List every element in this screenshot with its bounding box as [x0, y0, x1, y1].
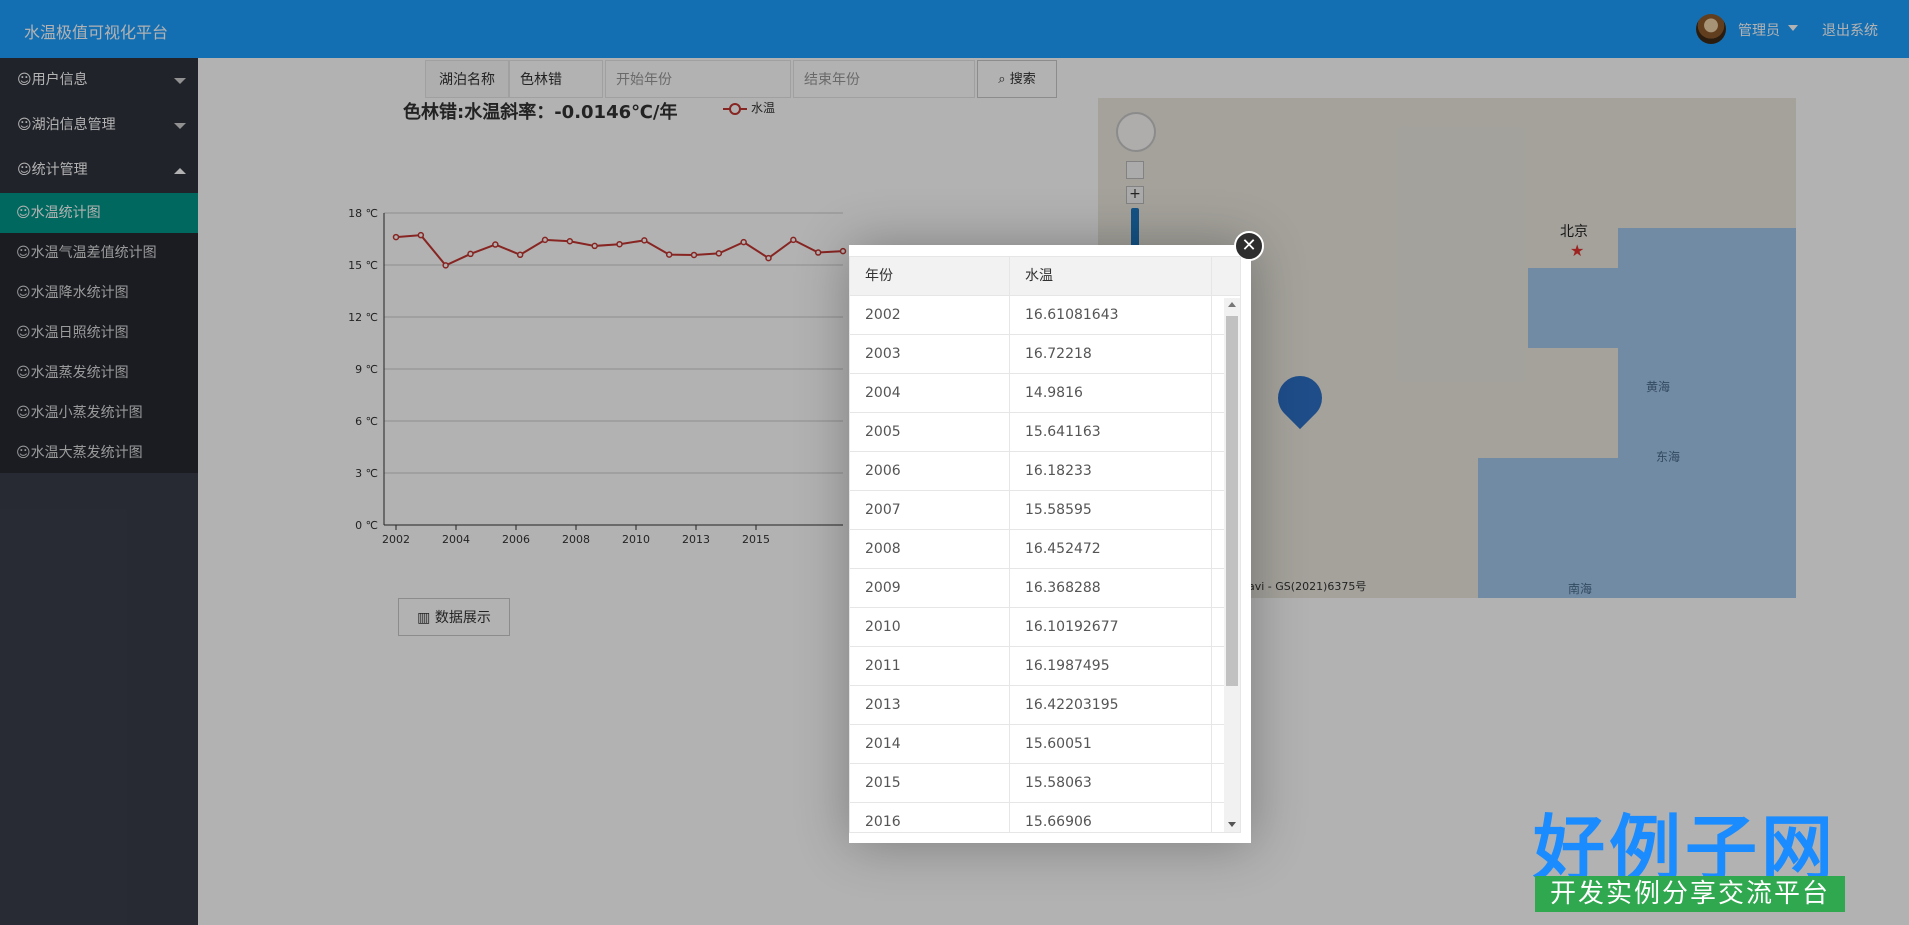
cell-year: 2011	[850, 647, 1010, 685]
data-table: 年份 水温 2002 16.61081643 2003 16.72218 2004 14.…	[849, 256, 1241, 833]
cell-temp: 16.72218	[1010, 335, 1212, 373]
table-row[interactable]: 2006 16.18233	[850, 452, 1240, 491]
cell-temp: 16.368288	[1010, 569, 1212, 607]
cell-year: 2003	[850, 335, 1010, 373]
table-scrollbar[interactable]	[1224, 298, 1240, 832]
table-row[interactable]: 2014 15.60051	[850, 725, 1240, 764]
cell-year: 2007	[850, 491, 1010, 529]
table-row[interactable]: 2004 14.9816	[850, 374, 1240, 413]
table-row[interactable]: 2007 15.58595	[850, 491, 1240, 530]
cell-temp: 16.452472	[1010, 530, 1212, 568]
cell-temp: 15.60051	[1010, 725, 1212, 763]
cell-temp: 16.42203195	[1010, 686, 1212, 724]
table-row[interactable]: 2009 16.368288	[850, 569, 1240, 608]
table-body: 2002 16.61081643 2003 16.72218 2004 14.9816 20…	[850, 296, 1240, 832]
cell-year: 2014	[850, 725, 1010, 763]
table-row[interactable]: 2013 16.42203195	[850, 686, 1240, 725]
cell-year: 2002	[850, 296, 1010, 334]
cell-temp: 16.18233	[1010, 452, 1212, 490]
cell-temp: 15.58595	[1010, 491, 1212, 529]
scroll-up-icon[interactable]	[1228, 302, 1236, 307]
table-row[interactable]: 2016 15.66906	[850, 803, 1240, 832]
table-row[interactable]: 2010 16.10192677	[850, 608, 1240, 647]
cell-year: 2010	[850, 608, 1010, 646]
cell-temp: 15.58063	[1010, 764, 1212, 802]
table-row[interactable]: 2015 15.58063	[850, 764, 1240, 803]
watermark-subtitle: 开发实例分享交流平台	[1535, 876, 1845, 912]
table-row[interactable]: 2002 16.61081643	[850, 296, 1240, 335]
cell-year: 2004	[850, 374, 1010, 412]
cell-year: 2015	[850, 764, 1010, 802]
cell-year: 2008	[850, 530, 1010, 568]
cell-year: 2005	[850, 413, 1010, 451]
cell-temp: 16.10192677	[1010, 608, 1212, 646]
cell-temp: 16.1987495	[1010, 647, 1212, 685]
column-header-year[interactable]: 年份	[850, 257, 1010, 295]
table-row[interactable]: 2011 16.1987495	[850, 647, 1240, 686]
cell-year: 2009	[850, 569, 1010, 607]
cell-year: 2016	[850, 803, 1010, 832]
scroll-down-icon[interactable]	[1228, 822, 1236, 827]
scroll-thumb[interactable]	[1226, 316, 1238, 686]
cell-temp: 16.61081643	[1010, 296, 1212, 334]
table-header: 年份 水温	[850, 257, 1240, 296]
cell-year: 2006	[850, 452, 1010, 490]
column-header-temp[interactable]: 水温	[1010, 257, 1212, 295]
table-row[interactable]: 2008 16.452472	[850, 530, 1240, 569]
cell-temp: 14.9816	[1010, 374, 1212, 412]
cell-temp: 15.66906	[1010, 803, 1212, 832]
table-row[interactable]: 2003 16.72218	[850, 335, 1240, 374]
data-modal: ✕ 年份 水温 2002 16.61081643 2003 16.72218 2004 1…	[849, 231, 1264, 843]
cell-year: 2013	[850, 686, 1010, 724]
cell-temp: 15.641163	[1010, 413, 1212, 451]
table-row[interactable]: 2005 15.641163	[850, 413, 1240, 452]
